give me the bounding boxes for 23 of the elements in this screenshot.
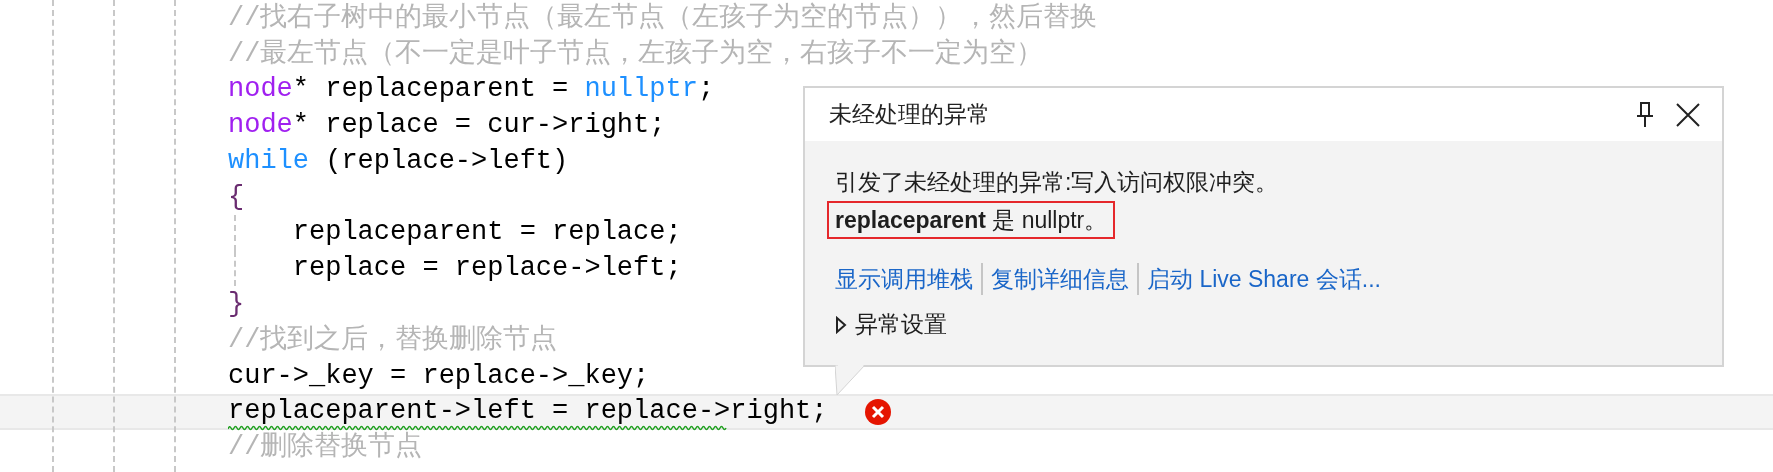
action-link[interactable]: 复制详细信息	[983, 263, 1129, 295]
action-link[interactable]: 启动 Live Share 会话...	[1139, 263, 1381, 295]
code-comment: //找右子树中的最小节点（最左节点（左孩子为空的节点）），然后替换	[228, 1, 1098, 35]
code-line: replaceparent = replace;	[291, 216, 682, 249]
exception-settings-toggle[interactable]: 异常设置	[855, 309, 947, 340]
code-comment: //最左节点（不一定是叶子节点，左孩子为空，右孩子不一定为空）	[228, 37, 1044, 70]
code-line: replace = replace->left;	[291, 252, 682, 285]
code-line: node* replace = cur->right;	[228, 109, 666, 142]
code-line: cur->_key = replace->_key;	[228, 359, 650, 393]
code-comment: //删除替换节点	[228, 431, 423, 464]
exception-message: replaceparent 是 nullptr。	[827, 201, 1116, 239]
popup-title: 未经处理的异常	[829, 100, 991, 129]
code-line: while (replace->left)	[228, 144, 569, 178]
code-line: replaceparent->left = replace->right;	[228, 395, 828, 428]
expand-caret-icon[interactable]	[835, 315, 847, 334]
code-line: }	[228, 288, 245, 321]
exception-message: 引发了未经处理的异常:写入访问权限冲突。	[834, 168, 1280, 197]
code-line: {	[228, 180, 245, 214]
action-link[interactable]: 显示调用堆栈	[827, 263, 973, 295]
code-comment: //找到之后，替换删除节点	[228, 323, 558, 357]
code-line: node* replaceparent = nullptr;	[228, 73, 715, 106]
close-icon[interactable]	[1676, 102, 1700, 127]
pin-icon[interactable]	[1636, 101, 1654, 128]
